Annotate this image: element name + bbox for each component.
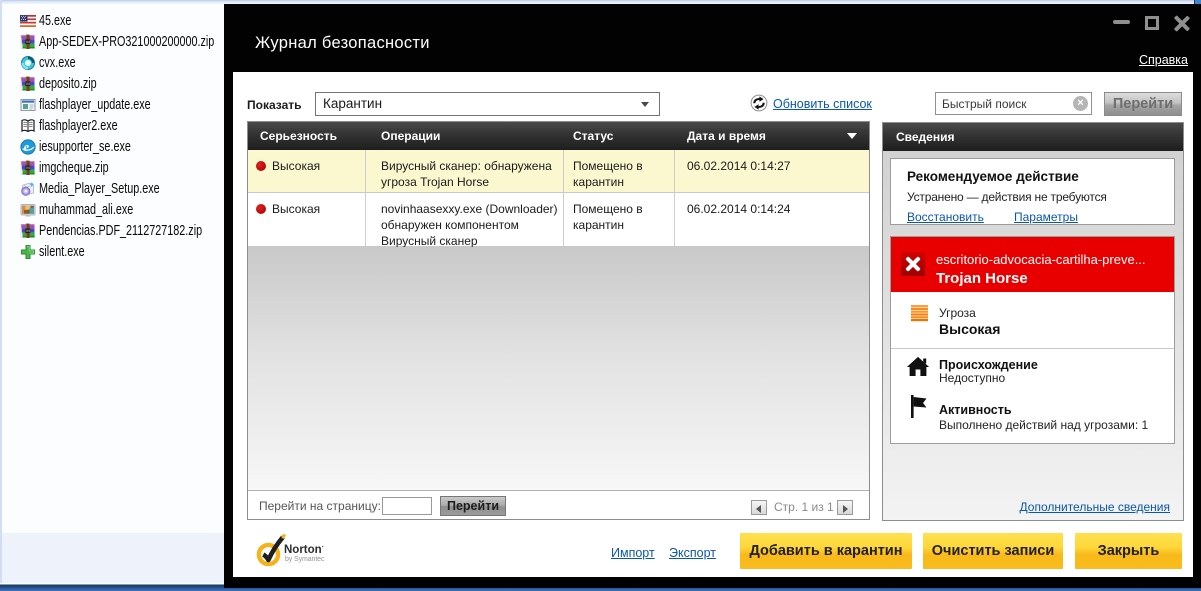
svg-text:e: e (24, 140, 30, 154)
